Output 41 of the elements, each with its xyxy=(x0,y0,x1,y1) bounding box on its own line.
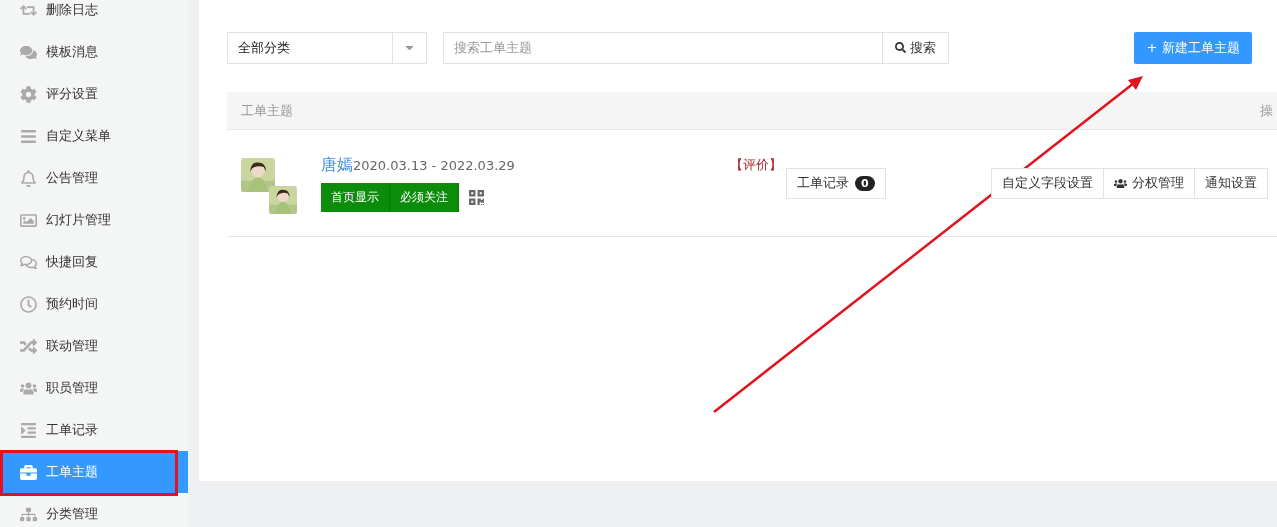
sidebar-item[interactable]: 职员管理 xyxy=(0,367,188,409)
sidebar-item[interactable]: 评分设置 xyxy=(0,73,188,115)
sidebar-item[interactable]: 预约时间 xyxy=(0,283,188,325)
search-field[interactable]: 搜索工单主题 xyxy=(443,31,883,64)
indent-icon xyxy=(18,421,38,439)
sidebar-item[interactable]: 工单记录 xyxy=(0,409,188,451)
action-button[interactable]: 分权管理 xyxy=(1102,167,1195,199)
menu-icon xyxy=(18,127,38,145)
records-button[interactable]: 工单记录 0 xyxy=(786,167,886,199)
sitemap-icon xyxy=(18,505,38,523)
sidebar-item[interactable]: 联动管理 xyxy=(0,325,188,367)
sidebar-item[interactable]: 自定义菜单 xyxy=(0,115,188,157)
rating-link[interactable]: 【评价】 xyxy=(730,156,782,174)
topic-name-link[interactable]: 唐嫣 xyxy=(321,154,353,176)
sidebar-item[interactable]: 删除日志 xyxy=(0,0,188,31)
date-range: 2020.03.13 - 2022.03.29 xyxy=(353,157,515,173)
comments-icon xyxy=(18,253,38,271)
sidebar-item[interactable]: 快捷回复 xyxy=(0,241,188,283)
tag-button[interactable]: 首页显示 xyxy=(321,182,390,212)
image-icon xyxy=(18,211,38,229)
search-button[interactable]: 搜索 xyxy=(883,31,949,64)
clock-icon xyxy=(18,295,38,313)
gear-icon xyxy=(18,85,38,103)
chat-bubbles-icon xyxy=(18,43,38,61)
column-header: 工单主题 xyxy=(241,101,293,120)
action-button[interactable]: 自定义字段设置 xyxy=(990,167,1104,199)
briefcase-icon xyxy=(18,463,38,481)
count-badge: 0 xyxy=(855,175,875,191)
category-select[interactable]: 全部分类 xyxy=(227,31,427,64)
action-button[interactable]: 通知设置 xyxy=(1193,167,1268,199)
sidebar-item[interactable]: 幻灯片管理 xyxy=(0,199,188,241)
search-icon xyxy=(895,42,906,53)
users-icon xyxy=(1113,176,1127,190)
shuffle-icon xyxy=(18,337,38,355)
sidebar-item[interactable]: 模板消息 xyxy=(0,31,188,73)
qr-code-icon[interactable] xyxy=(468,188,485,206)
tag-button[interactable]: 必须关注 xyxy=(390,182,459,212)
sidebar-item[interactable]: 公告管理 xyxy=(0,157,188,199)
column-header: 操 xyxy=(1260,101,1273,120)
sidebar-item[interactable]: 分类管理 xyxy=(0,493,188,527)
bell-icon xyxy=(18,169,38,187)
